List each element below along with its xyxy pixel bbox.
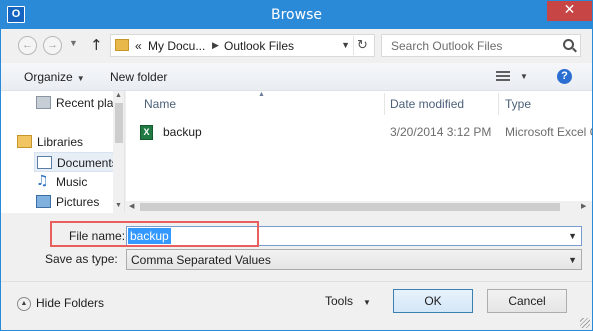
file-list-scrollbar[interactable]: ◀ ▶	[126, 201, 592, 213]
save-as-type-label: Save as type:	[45, 252, 118, 266]
file-row[interactable]: X backup 3/20/2014 3:12 PM Microsoft Exc…	[136, 122, 592, 142]
view-options-chevron-down-icon[interactable]: ▼	[520, 72, 528, 81]
sidebar-item-label: Documents	[57, 156, 118, 170]
address-bar[interactable]: « My Docu... ▶ Outlook Files ▼ ↻	[110, 34, 375, 57]
navigation-bar: ← → ▼ ↑ « My Docu... ▶ Outlook Files ▼ ↻…	[1, 29, 592, 63]
search-input[interactable]: Search Outlook Files	[381, 34, 581, 57]
help-icon[interactable]: ?	[557, 69, 572, 84]
browse-dialog: O Browse ✕ ← → ▼ ↑ « My Docu... ▶ Outloo…	[0, 0, 593, 331]
column-divider[interactable]	[498, 93, 499, 115]
sidebar-item-libraries[interactable]: Libraries	[15, 132, 105, 152]
column-header-type[interactable]: Type	[505, 97, 531, 111]
recent-places-icon	[36, 96, 51, 109]
tools-button[interactable]: Tools ▼	[325, 294, 371, 308]
scroll-right-icon[interactable]: ▶	[581, 202, 586, 210]
sidebar-item-label: Music	[56, 175, 88, 189]
scroll-down-icon[interactable]: ▼	[115, 202, 122, 209]
scrollbar-thumb[interactable]	[140, 203, 560, 211]
command-bar: Organize ▼ New folder ▼ ?	[1, 63, 592, 91]
cancel-button[interactable]: Cancel	[487, 289, 567, 313]
up-folder-icon[interactable]: ↑	[90, 36, 103, 54]
libraries-icon	[17, 135, 32, 148]
annotation-highlight-box	[50, 221, 259, 247]
back-arrow-icon[interactable]: ←	[18, 36, 37, 55]
resize-grip-icon[interactable]	[580, 318, 590, 328]
chevron-up-icon: ▲	[17, 296, 31, 311]
chevron-down-icon: ▼	[363, 298, 371, 307]
column-header-name[interactable]: Name	[144, 97, 176, 111]
scroll-up-icon[interactable]: ▲	[115, 92, 122, 99]
document-icon	[37, 156, 52, 169]
navigation-pane[interactable]: Recent places Libraries Documents ♫ Musi…	[1, 91, 125, 213]
music-icon: ♫	[36, 173, 49, 189]
sidebar-item-label: Pictures	[56, 195, 100, 209]
organize-button[interactable]: Organize ▼	[24, 70, 85, 84]
scrollbar-thumb[interactable]	[115, 103, 123, 143]
file-type: Microsoft Excel Comma Separated Values F…	[505, 125, 592, 139]
sidebar-item-music[interactable]: ♫ Music	[34, 172, 124, 192]
file-list[interactable]: ▲ Name Date modified Type X backup 3/20/…	[126, 91, 592, 213]
chevron-down-icon: ▼	[76, 74, 85, 83]
pictures-icon	[36, 195, 51, 208]
file-date-modified: 3/20/2014 3:12 PM	[390, 125, 492, 139]
new-folder-button[interactable]: New folder	[110, 70, 167, 84]
file-name: backup	[163, 125, 202, 139]
close-button[interactable]: ✕	[547, 1, 592, 21]
refresh-icon[interactable]: ↻	[353, 36, 371, 55]
search-icon[interactable]	[563, 39, 574, 50]
hide-folders-label: Hide Folders	[36, 296, 105, 310]
breadcrumb-overflow[interactable]: «	[135, 39, 142, 53]
excel-file-icon: X	[140, 125, 153, 140]
sort-ascending-icon: ▲	[258, 91, 265, 98]
folder-icon	[115, 39, 129, 51]
forward-arrow-icon[interactable]: →	[43, 36, 62, 55]
footer-divider	[1, 281, 592, 282]
recent-locations-chevron-down-icon[interactable]: ▼	[69, 38, 78, 48]
column-divider[interactable]	[384, 93, 385, 115]
sidebar-scrollbar[interactable]: ▲ ▼	[113, 91, 124, 213]
search-placeholder: Search Outlook Files	[391, 39, 503, 53]
title-bar: O Browse ✕	[1, 1, 592, 29]
organize-label: Organize	[24, 70, 73, 84]
column-header-date-modified[interactable]: Date modified	[390, 97, 464, 111]
breadcrumb-my-documents[interactable]: My Docu...	[148, 39, 205, 53]
hide-folders-button[interactable]: ▲ Hide Folders	[17, 296, 104, 312]
sidebar-item-pictures[interactable]: Pictures	[34, 192, 124, 212]
save-as-type-select[interactable]: Comma Separated Values ▼	[126, 249, 582, 270]
ok-button[interactable]: OK	[393, 289, 473, 313]
save-as-type-value: Comma Separated Values	[131, 253, 271, 267]
change-view-icon[interactable]	[496, 71, 510, 83]
window-title: Browse	[271, 7, 322, 23]
tools-label: Tools	[325, 294, 354, 308]
scroll-left-icon[interactable]: ◀	[129, 202, 134, 210]
file-name-chevron-down-icon[interactable]: ▼	[568, 231, 577, 241]
breadcrumb-outlook-files[interactable]: Outlook Files	[224, 39, 294, 53]
sidebar-item-label: Libraries	[37, 135, 84, 149]
save-as-type-chevron-down-icon[interactable]: ▼	[568, 255, 577, 265]
address-chevron-down-icon[interactable]: ▼	[341, 40, 350, 50]
sidebar-item-documents[interactable]: Documents	[34, 152, 124, 172]
sidebar-item-recent-places[interactable]: Recent places	[34, 93, 124, 113]
breadcrumb-separator-icon[interactable]: ▶	[212, 40, 219, 51]
